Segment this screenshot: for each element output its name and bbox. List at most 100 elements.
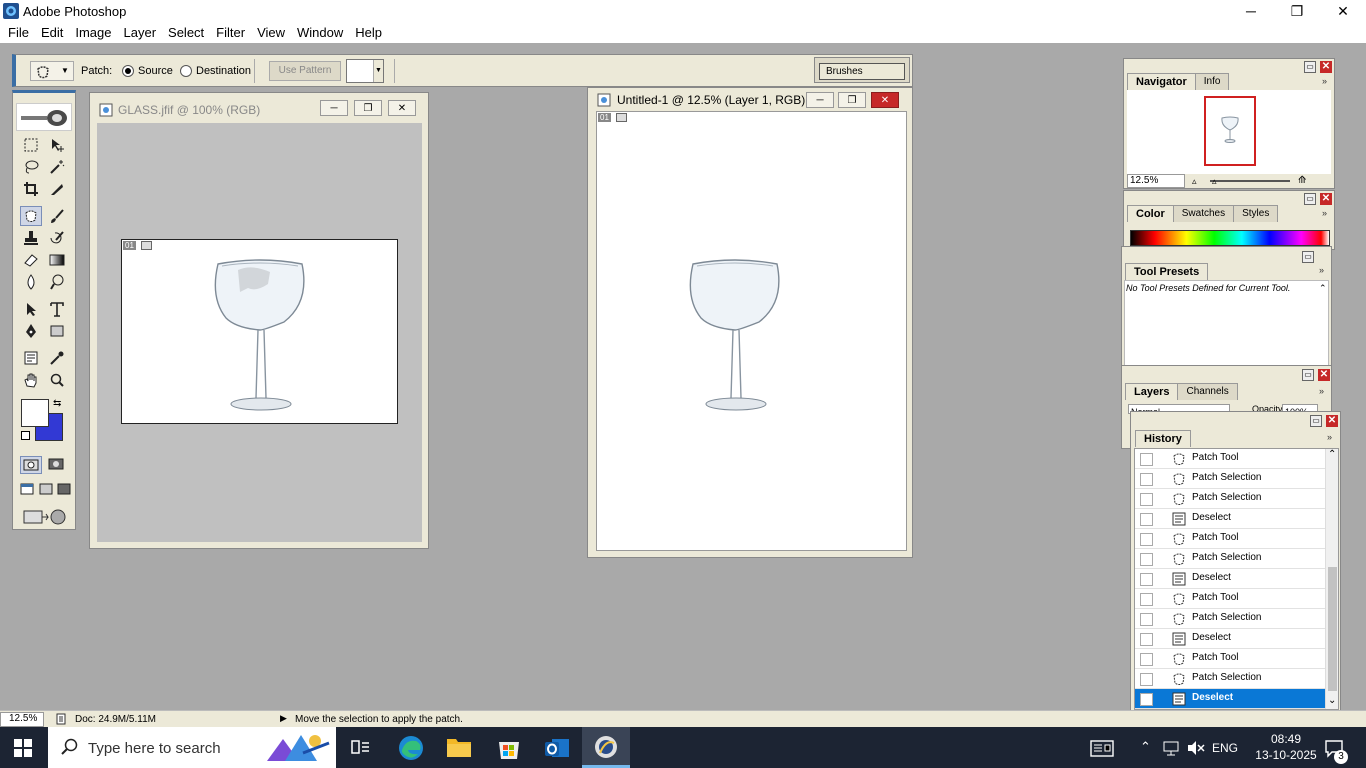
history-source-checkbox[interactable] (1140, 513, 1153, 526)
panel-close-button[interactable]: ✕ (1326, 415, 1338, 427)
history-state[interactable]: Patch Selection (1135, 609, 1325, 629)
standard-mode-icon[interactable] (20, 456, 42, 474)
menu-file[interactable]: File (2, 22, 35, 43)
history-source-checkbox[interactable] (1140, 453, 1153, 466)
history-source-checkbox[interactable] (1140, 673, 1153, 686)
doc-minimize-button[interactable]: ─ (320, 100, 348, 116)
history-source-checkbox[interactable] (1140, 533, 1153, 546)
dodge-icon[interactable] (46, 272, 68, 292)
menu-select[interactable]: Select (162, 22, 210, 43)
tab-tool-presets[interactable]: Tool Presets (1125, 263, 1209, 280)
brushes-tab[interactable]: Brushes (819, 63, 905, 80)
screen-mode-standard-icon[interactable] (20, 482, 36, 498)
volume-muted-icon[interactable] (1186, 739, 1206, 757)
history-state[interactable]: Deselect (1135, 629, 1325, 649)
history-scrollbar[interactable]: ⌃ ⌄ (1325, 449, 1338, 709)
menu-filter[interactable]: Filter (210, 22, 251, 43)
tab-channels[interactable]: Channels (1177, 383, 1238, 400)
history-brush-icon[interactable] (46, 228, 68, 248)
history-source-checkbox[interactable] (1140, 473, 1153, 486)
clone-stamp-icon[interactable] (20, 228, 42, 248)
language-indicator[interactable]: ENG (1212, 741, 1238, 755)
default-colors-icon[interactable] (21, 431, 30, 440)
preset-list[interactable]: No Tool Presets Defined for Current Tool… (1124, 280, 1329, 366)
task-view-icon[interactable] (350, 738, 370, 758)
status-zoom-field[interactable]: 12.5% (0, 712, 44, 727)
doc-close-button[interactable]: ✕ (388, 100, 416, 116)
type-icon[interactable] (46, 299, 68, 319)
navigator-preview[interactable] (1127, 90, 1331, 174)
history-state[interactable]: Patch Tool (1135, 649, 1325, 669)
notes-icon[interactable] (20, 348, 42, 368)
color-ramp[interactable] (1130, 230, 1330, 246)
lasso-icon[interactable] (20, 157, 42, 177)
screen-mode-full-menu-icon[interactable] (39, 482, 55, 498)
restore-button[interactable]: ❐ (1274, 0, 1320, 22)
edge-browser-icon[interactable] (398, 735, 424, 761)
tab-history[interactable]: History (1135, 430, 1191, 447)
view-box[interactable] (1204, 96, 1256, 166)
panel-menu-icon[interactable]: » (1322, 76, 1327, 86)
history-source-checkbox[interactable] (1140, 553, 1153, 566)
news-widget-icon[interactable] (1090, 738, 1114, 758)
tab-styles[interactable]: Styles (1233, 205, 1279, 222)
menu-layer[interactable]: Layer (118, 22, 163, 43)
hand-icon[interactable] (20, 370, 42, 390)
history-state[interactable]: Patch Tool (1135, 529, 1325, 549)
history-source-checkbox[interactable] (1140, 573, 1153, 586)
slice-icon[interactable] (46, 179, 68, 199)
blur-icon[interactable] (20, 272, 42, 292)
photoshop-taskbar-button[interactable] (582, 727, 630, 768)
zoom-icon[interactable] (46, 370, 68, 390)
panel-minimize-button[interactable]: ▭ (1310, 415, 1322, 427)
panel-close-button[interactable]: ✕ (1318, 369, 1330, 381)
panel-minimize-button[interactable]: ▭ (1302, 251, 1314, 263)
tab-layers[interactable]: Layers (1125, 383, 1179, 400)
history-source-checkbox[interactable] (1140, 633, 1153, 646)
history-state[interactable]: Deselect (1135, 509, 1325, 529)
eraser-icon[interactable] (20, 250, 42, 270)
image-canvas[interactable]: 01 (596, 111, 907, 551)
chevron-up-icon[interactable]: ⌃ (1140, 739, 1151, 755)
adobe-online-icon[interactable] (16, 103, 72, 131)
history-state[interactable]: Patch Tool (1135, 589, 1325, 609)
panel-menu-icon[interactable]: » (1319, 265, 1324, 275)
panel-menu-icon[interactable]: » (1322, 208, 1327, 218)
file-explorer-icon[interactable] (446, 735, 472, 759)
history-state[interactable]: Patch Tool (1135, 449, 1325, 469)
panel-close-button[interactable]: ✕ (1320, 61, 1332, 73)
history-state[interactable]: Patch Selection (1135, 549, 1325, 569)
use-pattern-button[interactable]: Use Pattern (269, 61, 341, 81)
minimize-button[interactable]: ─ (1228, 0, 1274, 22)
doc-info-icon[interactable] (55, 713, 67, 725)
tab-navigator[interactable]: Navigator (1127, 73, 1196, 90)
history-state[interactable]: Patch Selection (1135, 489, 1325, 509)
clock-time[interactable]: 08:49 (1262, 732, 1310, 746)
history-source-checkbox[interactable] (1140, 693, 1153, 706)
move-icon[interactable] (46, 135, 68, 155)
quick-mask-icon[interactable] (46, 456, 68, 474)
panel-menu-icon[interactable]: » (1327, 432, 1332, 442)
menu-view[interactable]: View (251, 22, 291, 43)
history-state[interactable]: Patch Selection (1135, 469, 1325, 489)
history-source-checkbox[interactable] (1140, 493, 1153, 506)
outlook-icon[interactable] (544, 735, 570, 761)
image-canvas[interactable]: 01 (121, 239, 398, 424)
panel-minimize-button[interactable]: ▭ (1304, 193, 1316, 205)
slider-thumb-icon[interactable]: ▵ (1212, 176, 1217, 187)
network-icon[interactable] (1162, 739, 1180, 757)
scrollbar-thumb[interactable] (1328, 567, 1337, 691)
tool-preset-picker[interactable]: ▼ (30, 61, 74, 81)
destination-radio[interactable] (180, 65, 192, 77)
zoom-slider[interactable] (1210, 180, 1290, 182)
tab-info[interactable]: Info (1194, 73, 1230, 90)
menu-edit[interactable]: Edit (35, 22, 69, 43)
store-icon[interactable] (496, 735, 522, 761)
history-source-checkbox[interactable] (1140, 653, 1153, 666)
source-radio[interactable] (122, 65, 134, 77)
pattern-picker[interactable]: ▼ (346, 59, 384, 83)
zoom-in-icon[interactable]: ⟰ (1298, 175, 1306, 186)
pen-icon[interactable] (20, 321, 42, 341)
crop-icon[interactable] (20, 179, 42, 199)
scroll-down-icon[interactable]: ⌄ (1328, 695, 1336, 706)
